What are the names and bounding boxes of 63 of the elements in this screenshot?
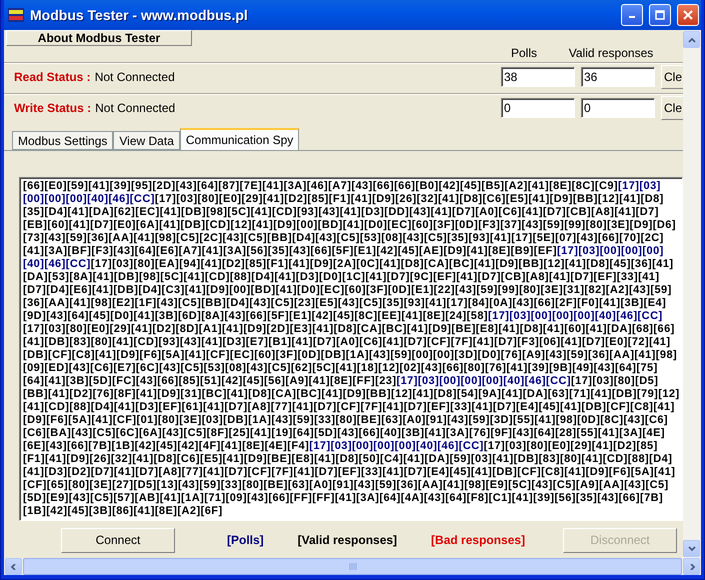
log-line: [00][00][00][40][46][CC][17][03][80][E0][29][41][D2][85][F1][41][D9][26][32][41][D8][C6][E5][41][D9][BB][12][41][D8] xyxy=(23,193,665,206)
log-line: [41][CD][88][D4][41][D3][EF][61][41][D7][A8][77][41][D7][CF][7F][41][D7][EF][33][41][D7][E4][45][41][DB][CF][C8][41] xyxy=(23,401,676,414)
tab[interactable]: Modbus Settings xyxy=(12,131,114,150)
vertical-scrollbar[interactable] xyxy=(683,30,701,558)
valid-responses-field[interactable]: 36 xyxy=(580,67,655,87)
log-line: [64][41][3B][5D][FC][43][66][85][51][42][45][56][A9][41][8E][FF][23][17][03][00][00][00][40][46][CC][17][03][80][D5] xyxy=(23,375,660,388)
log-line: [1B][42][45][3B][86][41][8E][A2][6F] xyxy=(23,505,224,518)
column-header: Valid responses xyxy=(568,46,654,60)
status-label: Read Status : xyxy=(14,70,91,84)
status-value: Not Connected xyxy=(95,101,176,115)
log-line: [EB][60][41][D7][E0][6A][41][DB][CD][12][41][D9][00][BD][41][D0][EC][60][3F][0D][F3][37][43][59][99][80][3E][D9][D6] xyxy=(23,219,677,232)
valid-responses-field[interactable]: 0 xyxy=(580,98,655,118)
log-line: [C6][BA][43][C5][6C][6A][43][C5][8F][25][41][19][64][5D][43][66][40][3B][41][3A][76][9F][43][64][28][55][41][3A][4E] xyxy=(23,427,666,440)
minimize-button[interactable] xyxy=(621,4,643,26)
connect-button[interactable]: Connect xyxy=(61,528,175,552)
log-line: [5D][E9][43][C5][57][AB][41][1A][71][09][43][66][FF][FF][41][3A][64][4A][43][64][F8][C1][41][39][56][35][43][66][7B] xyxy=(23,492,664,505)
log-line: [9D][43][64][45][D0][41][3B][6D][8A][43][66][5F][E1][42][45][8C][EE][41][8E][24][58][17][03][00][00][00][40][46][CC] xyxy=(23,310,664,323)
chevron-left-icon xyxy=(10,564,18,570)
log-line: [D9][F6][5A][41][CF][01][80][3E][03][DB][1A][43][59][33][80][BE][63][A0][91][43][59][3D][55][41][98][0D][8C][43][C6] xyxy=(23,414,670,427)
log-line: [6E][43][66][7B][1B][42][45][42][4F][41][8E][4E][F4][17][03][00][00][00][40][46][CC][17][03][80][E0][29][41][D2][85] xyxy=(23,440,659,453)
scroll-up-button[interactable] xyxy=(683,31,700,48)
grip-icon xyxy=(348,563,356,570)
log-line: [66][E0][59][41][39][95][2D][43][64][87][7E][41][3A][46][A7][43][66][66][B0][42][45][B5][A2][41][8E][8C][C9][17][03] xyxy=(23,180,662,193)
chevron-down-icon xyxy=(688,546,696,552)
clear-button[interactable]: Cle xyxy=(660,96,683,120)
column-header: Polls xyxy=(510,46,538,60)
legend-label: [Valid responses] xyxy=(298,533,398,547)
clear-button[interactable]: Cle xyxy=(660,65,683,89)
status-label: Write Status : xyxy=(14,101,92,115)
status-value: Not Connected xyxy=(94,70,176,84)
scroll-right-button[interactable] xyxy=(683,558,700,575)
maximize-button[interactable] xyxy=(649,4,671,26)
polls-field[interactable]: 38 xyxy=(500,67,575,87)
close-button[interactable] xyxy=(677,4,699,26)
log-line: [40][46][CC][17][03][80][EA][94][41][D2][85][F1][41][D9][2A][0C][41][D8][CA][BC][41][D9][BB][12][41][D8][45][36][41] xyxy=(23,258,675,271)
log-line: [41][D3][D2][D7][41][D7][A8][77][41][D7][CF][7F][41][D7][EF][33][41][D7][E4][45][41][DB][CF][C8][41][D9][F6][5A][41] xyxy=(23,466,676,479)
log-line: [BB][41][D2][76][8F][41][D9][31][BC][41][D8][CA][BC][41][D9][BB][12][41][D8][54][9A][41][DA][63][71][41][DB][79][12] xyxy=(23,388,679,401)
chevron-right-icon xyxy=(688,564,696,570)
log-line: [41][DB][83][80][41][CD][93][43][41][D3][E7][B1][41][D7][A0][C6][41][D7][CF][7F][41][D7][F3][06][41][D7][E0][72][41] xyxy=(23,336,672,349)
log-line: [35][D4][41][DA][62][EC][41][DB][98][5C][41][CD][93][43][41][D3][DD][43][41][D7][A0][C6][41][D7][CB][A8][41][D7] xyxy=(23,206,660,219)
scroll-down-button[interactable] xyxy=(683,540,700,557)
legend-label: [Bad responses] xyxy=(431,533,526,547)
chevron-up-icon xyxy=(688,36,696,42)
tab[interactable]: Communication Spy xyxy=(180,128,300,150)
scroll-left-button[interactable] xyxy=(5,558,22,575)
log-line: [DB][CF][C8][41][D9][F6][5A][41][CF][EC][60][3F][0D][DB][1A][43][59][00][00][3D][D0][76][A9][43][59][36][AA][41][98] xyxy=(23,349,678,362)
log-line: [17][03][80][E0][29][41][D2][8D][A1][41][D9][2D][E3][41][D8][CA][BC][41][D9][BE][E8][41][D8][41][60][41][DA][68][66] xyxy=(23,323,676,336)
about-button[interactable]: About Modbus Tester xyxy=(6,30,192,46)
legend-label: [Polls] xyxy=(227,533,264,547)
log-line: [DA][53][8A][41][DB][98][5C][41][CD][88][D4][41][D3][D0][1C][41][D7][9C][EF][41][D7][CB][A8][41][D7][EF][33][41] xyxy=(23,271,660,284)
close-icon xyxy=(683,10,693,20)
log-line: [41][3A][BF][F3][43][64][E6][A7][41][3A][56][35][43][66][5F][E1][42][45][AE][D9][41][8E][B9][EF][17][03][00][00][00] xyxy=(23,245,665,258)
log-line: [D7][D4][E6][41][DB][D4][C3][41][D9][00][BD][41][D0][EC][60][3F][0D][E1][22][43][59][99][80][3E][31][82][A2][43][59] xyxy=(23,284,673,297)
log-line: [F1][41][D9][26][32][41][D8][C6][E5][41][D9][BE][E8][41][D8][50][C4][41][DA][59][03][41][DB][83][80][41][CD][88][D4] xyxy=(23,453,674,466)
polls-field[interactable]: 0 xyxy=(500,98,575,118)
window-title: Modbus Tester - www.modbus.pl xyxy=(30,7,249,23)
tab[interactable]: View Data xyxy=(113,131,180,150)
app-icon xyxy=(8,7,24,23)
log-line: [09][ED][43][C6][E7][6C][43][C5][53][08][43][C5][62][5C][41][18][12][02][43][66][80][76][41][39][9B][49][43][64][75] xyxy=(23,362,659,375)
log-line: [36][AA][41][98][E2][1F][43][C5][BB][D4][43][C5][23][E5][43][C5][35][93][41][17][84][0A][43][66][2F][F0][41][3B][E4] xyxy=(23,297,668,310)
log-line: [73][43][59][36][AA][41][98][C5][2C][43][C5][BB][D4][43][C5][53][08][43][C5][35][93][41][17][5E][07][43][66][70][2C] xyxy=(23,232,665,245)
log-line: [CF][65][80][3E][27][D5][13][43][59][33][80][BE][63][A0][91][43][59][36][AA][41][98][E9][5C][43][C5][A9][AA][43][C5] xyxy=(23,479,670,492)
maximize-icon xyxy=(655,10,665,20)
